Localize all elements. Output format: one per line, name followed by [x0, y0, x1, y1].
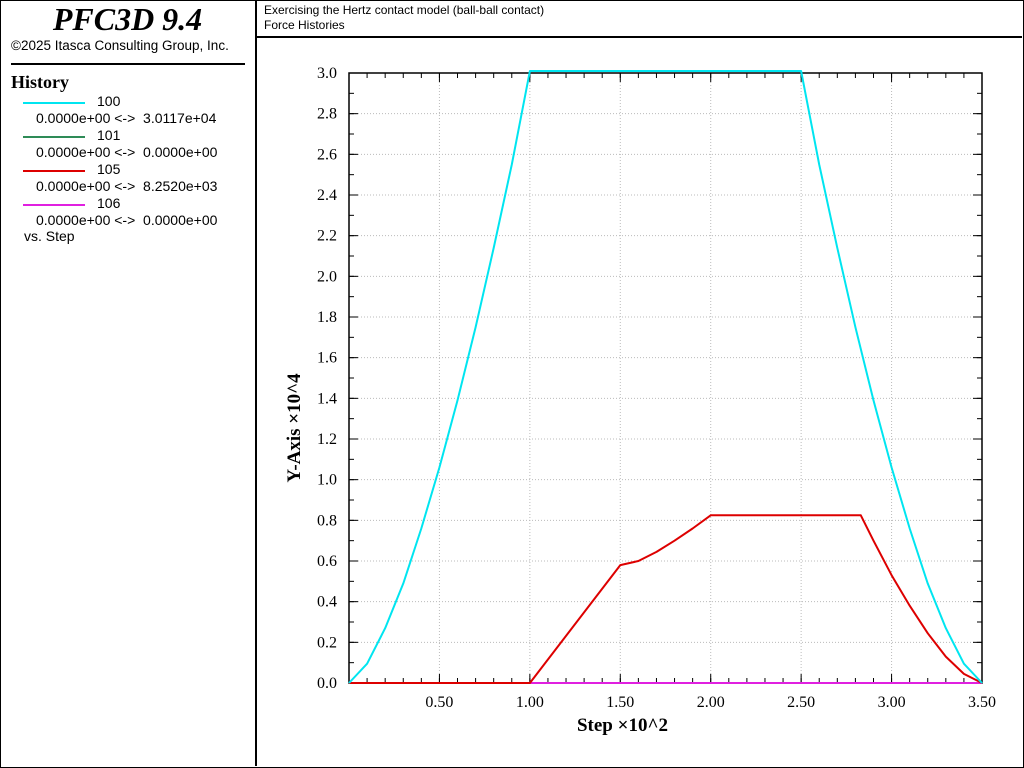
x-tick-label: 3.00	[878, 694, 906, 711]
y-tick-label: 2.0	[317, 268, 337, 285]
y-axis-title: Y-Axis ×10^4	[284, 373, 305, 483]
legend-entry-105: 105 0.0000e+00 <-> 8.2520e+03	[0, 161, 255, 195]
x-tick-label: 0.50	[425, 694, 453, 711]
y-tick-label: 0.0	[317, 675, 337, 692]
x-tick-label: 2.50	[787, 694, 815, 711]
y-tick-label: 1.8	[317, 309, 337, 326]
copyright-text: ©2025 Itasca Consulting Group, Inc.	[11, 38, 229, 53]
app-title: PFC3D 9.4	[52, 1, 203, 37]
legend-entry-106: 106 0.0000e+00 <-> 0.0000e+00	[0, 195, 255, 229]
legend-divider	[11, 63, 245, 65]
plot-subtitle: Force Histories	[264, 18, 345, 32]
plot-frame	[348, 72, 983, 684]
y-tick-label: 1.2	[317, 431, 337, 448]
legend-entry-id: 100	[97, 93, 121, 109]
x-tick-label: 1.50	[606, 694, 634, 711]
legend-entry-101: 101 0.0000e+00 <-> 0.0000e+00	[0, 127, 255, 161]
legend-entry-range: 0.0000e+00 <-> 0.0000e+00	[36, 144, 218, 160]
series-line-100	[348, 70, 983, 684]
legend-swatch	[23, 102, 85, 104]
legend-swatch	[23, 204, 85, 206]
legend-entry-id: 105	[97, 161, 121, 177]
legend-swatch	[23, 170, 85, 172]
legend-entry-range: 0.0000e+00 <-> 8.2520e+03	[36, 178, 218, 194]
y-tick-label: 1.4	[317, 390, 337, 407]
legend-entry-range: 0.0000e+00 <-> 3.0117e+04	[36, 110, 217, 126]
x-tick-label: 2.00	[697, 694, 725, 711]
y-tick-label: 1.6	[317, 350, 337, 367]
y-tick-label: 0.6	[317, 553, 337, 570]
y-tick-label: 2.6	[317, 146, 337, 163]
x-axis-title: Step ×10^2	[577, 715, 668, 736]
y-tick-label: 2.8	[317, 106, 337, 123]
legend-entry-id: 101	[97, 127, 121, 143]
plot-title: Exercising the Hertz contact model (ball…	[264, 3, 545, 17]
y-tick-label: 2.2	[317, 228, 337, 245]
legend-heading: History	[11, 72, 69, 92]
y-tick-label: 3.0	[317, 65, 337, 82]
legend-entry-100: 100 0.0000e+00 <-> 3.0117e+04	[0, 93, 255, 127]
x-tick-label: 1.00	[516, 694, 544, 711]
x-tick-label: 3.50	[968, 694, 996, 711]
y-tick-label: 2.4	[317, 187, 337, 204]
legend-x-variable: vs. Step	[24, 228, 75, 244]
history-chart: 0.50 1.00 1.50 2.00 2.50 3.00 3.50 0.0 0.2 0.4 0.6…	[284, 65, 996, 736]
legend-entry-id: 106	[97, 195, 121, 211]
y-tick-label: 1.0	[317, 472, 337, 489]
legend-swatch	[23, 136, 85, 138]
y-tick-label: 0.8	[317, 512, 337, 529]
plot-header: Exercising the Hertz contact model (ball…	[257, 0, 1022, 38]
legend-entry-range: 0.0000e+00 <-> 0.0000e+00	[36, 212, 218, 228]
legend-panel: PFC3D 9.4 ©2025 Itasca Consulting Group,…	[0, 0, 257, 766]
y-tick-label: 0.2	[317, 634, 337, 651]
y-tick-label: 0.4	[317, 594, 337, 611]
series-line-105	[349, 514, 983, 684]
